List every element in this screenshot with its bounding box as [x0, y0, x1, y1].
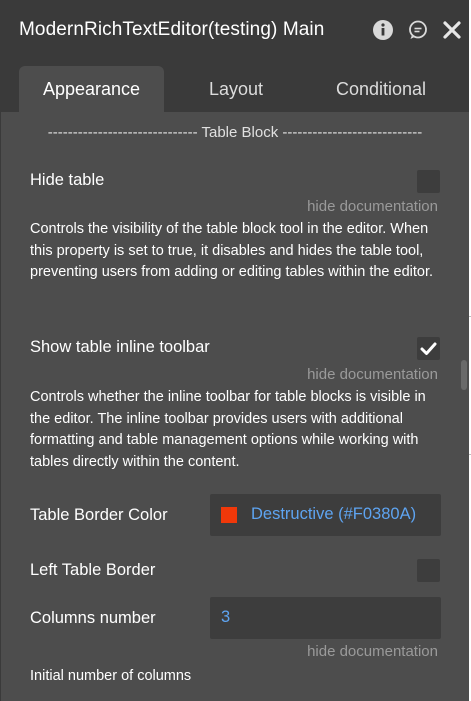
scrollbar[interactable]	[461, 360, 467, 390]
hide-table-description: Controls the visibility of the table blo…	[30, 221, 434, 280]
left-table-border-label: Left Table Border	[30, 561, 156, 579]
color-value: Destructive (#F0380A)	[251, 505, 417, 523]
hide-table-checkbox[interactable]	[417, 170, 440, 193]
table-border-color-picker[interactable]: Destructive (#F0380A)	[210, 494, 441, 536]
table-border-color-label: Table Border Color	[30, 506, 168, 524]
tab-bar: Appearance Layout Conditional	[1, 62, 469, 112]
comment-icon[interactable]	[407, 19, 429, 41]
show-inline-toolbar-description: Controls whether the inline toolbar for …	[30, 389, 426, 470]
color-swatch	[221, 507, 237, 523]
checkmark-icon	[420, 342, 437, 355]
hide-table-label: Hide table	[30, 171, 105, 189]
title-bar[interactable]: ModernRichTextEditor(testing) Main	[1, 0, 469, 62]
property-editor-panel: ModernRichTextEditor(testing) Main Appea…	[0, 0, 469, 701]
info-icon[interactable]	[372, 19, 394, 41]
columns-number-input[interactable]: 3	[210, 597, 441, 639]
tab-layout[interactable]: Layout	[171, 66, 301, 112]
tab-appearance[interactable]: Appearance	[19, 66, 164, 112]
show-inline-toolbar-checkbox[interactable]	[417, 337, 440, 360]
columns-number-value: 3	[221, 608, 231, 626]
columns-number-label: Columns number	[30, 609, 156, 627]
columns-number-description: Initial number of columns	[30, 668, 192, 684]
window-title: ModernRichTextEditor(testing) Main	[19, 19, 325, 40]
close-icon[interactable]	[441, 19, 463, 41]
hide-documentation-link[interactable]: hide documentation	[307, 643, 438, 660]
left-table-border-checkbox[interactable]	[417, 559, 440, 582]
hide-documentation-link[interactable]: hide documentation	[307, 198, 438, 215]
section-header: ------------------------------ Table Blo…	[47, 124, 423, 141]
tab-conditional[interactable]: Conditional	[311, 66, 451, 112]
show-inline-toolbar-label: Show table inline toolbar	[30, 338, 210, 356]
hide-documentation-link[interactable]: hide documentation	[307, 366, 438, 383]
